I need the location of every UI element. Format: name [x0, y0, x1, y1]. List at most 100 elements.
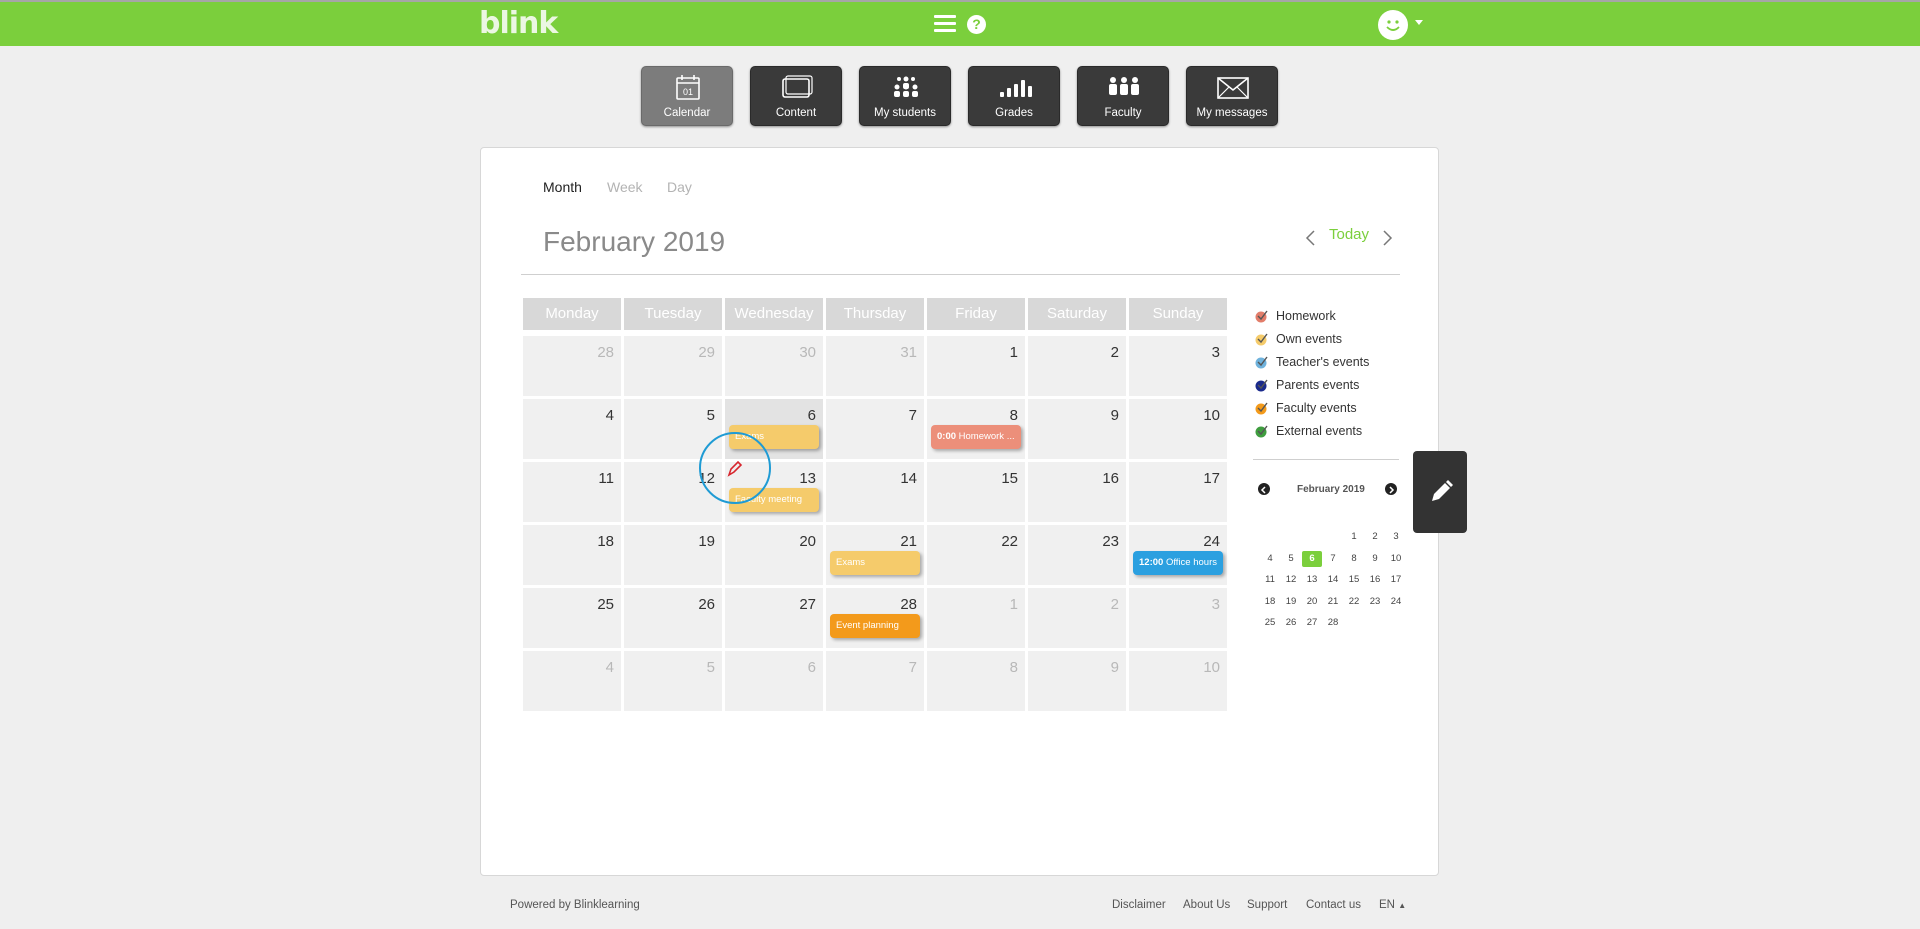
mini-day[interactable]: 21 — [1323, 594, 1343, 610]
day-cell[interactable]: 2 — [1028, 336, 1126, 396]
day-cell[interactable]: 7 — [826, 651, 924, 711]
day-cell[interactable]: 10 — [1129, 399, 1227, 459]
mini-next-arrow-icon[interactable] — [1385, 483, 1397, 495]
faculty-app-button[interactable]: Faculty — [1077, 66, 1169, 126]
day-cell[interactable]: 12 — [624, 462, 722, 522]
messages-app-button[interactable]: My messages — [1186, 66, 1278, 126]
day-cell[interactable]: 8 — [927, 651, 1025, 711]
chevron-left-icon[interactable] — [1303, 228, 1319, 248]
mini-day[interactable]: 7 — [1323, 551, 1343, 567]
tab-week[interactable]: Week — [607, 179, 643, 195]
day-cell[interactable]: 9 — [1028, 651, 1126, 711]
day-cell[interactable]: 17 — [1129, 462, 1227, 522]
calendar-event[interactable]: Faculty meeting — [729, 488, 819, 512]
day-cell[interactable]: 31 — [826, 336, 924, 396]
mini-day[interactable]: 3 — [1386, 529, 1406, 545]
day-cell[interactable]: 18 — [523, 525, 621, 585]
mini-day[interactable]: 26 — [1281, 615, 1301, 631]
calendar-event[interactable]: Exams — [830, 551, 920, 575]
students-app-button[interactable]: My students — [859, 66, 951, 126]
smiley-avatar-icon[interactable] — [1378, 10, 1408, 40]
day-cell[interactable]: 25 — [523, 588, 621, 648]
mini-day[interactable]: 12 — [1281, 572, 1301, 588]
day-cell[interactable]: 4 — [523, 399, 621, 459]
calendar-event[interactable]: 0:00 Homework ... — [931, 425, 1021, 449]
legend-checkbox[interactable] — [1255, 355, 1269, 369]
mini-day[interactable]: 25 — [1260, 615, 1280, 631]
calendar-app-button[interactable]: 01 Calendar — [641, 66, 733, 126]
legend-checkbox[interactable] — [1255, 332, 1269, 346]
mini-day[interactable]: 5 — [1281, 551, 1301, 567]
mini-day[interactable]: 24 — [1386, 594, 1406, 610]
day-cell[interactable]: 5 — [624, 651, 722, 711]
day-cell[interactable]: 20 — [725, 525, 823, 585]
mini-day[interactable]: 8 — [1344, 551, 1364, 567]
footer-link-disclaimer[interactable]: Disclaimer — [1112, 899, 1166, 911]
mini-day[interactable]: 19 — [1281, 594, 1301, 610]
blink-logo[interactable]: blink — [479, 6, 558, 41]
help-icon[interactable]: ? — [967, 15, 986, 34]
day-cell[interactable]: 2 — [1028, 588, 1126, 648]
day-cell[interactable]: 14 — [826, 462, 924, 522]
mini-day[interactable]: 22 — [1344, 594, 1364, 610]
day-cell[interactable]: 11 — [523, 462, 621, 522]
hamburger-icon[interactable] — [934, 15, 956, 33]
mini-day[interactable]: 20 — [1302, 594, 1322, 610]
day-cell[interactable]: 16 — [1028, 462, 1126, 522]
grades-app-button[interactable]: Grades — [968, 66, 1060, 126]
mini-day[interactable]: 27 — [1302, 615, 1322, 631]
day-cell[interactable]: 23 — [1028, 525, 1126, 585]
mini-day[interactable]: 10 — [1386, 551, 1406, 567]
today-button[interactable]: Today — [1329, 226, 1369, 243]
day-cell[interactable]: 4 — [523, 651, 621, 711]
content-app-button[interactable]: Content — [750, 66, 842, 126]
legend-checkbox[interactable] — [1255, 378, 1269, 392]
day-cell[interactable]: 26 — [624, 588, 722, 648]
day-cell[interactable]: 19 — [624, 525, 722, 585]
mini-day[interactable]: 1 — [1344, 529, 1364, 545]
mini-day[interactable]: 9 — [1365, 551, 1385, 567]
mini-day[interactable]: 28 — [1323, 615, 1343, 631]
mini-day[interactable]: 23 — [1365, 594, 1385, 610]
legend-checkbox[interactable] — [1255, 424, 1269, 438]
day-cell[interactable]: 10 — [1129, 651, 1227, 711]
calendar-event[interactable]: Event planning — [830, 614, 920, 638]
mini-day[interactable]: 18 — [1260, 594, 1280, 610]
mini-day[interactable]: 2 — [1365, 529, 1385, 545]
calendar-event[interactable]: 12:00 Office hours — [1133, 551, 1223, 575]
footer-link-about[interactable]: About Us — [1183, 899, 1230, 911]
day-cell[interactable]: 1 — [927, 588, 1025, 648]
chevron-right-icon[interactable] — [1379, 228, 1395, 248]
day-cell[interactable]: 15 — [927, 462, 1025, 522]
tab-day[interactable]: Day — [667, 179, 692, 195]
day-cell[interactable]: 28 — [523, 336, 621, 396]
mini-day[interactable]: 13 — [1302, 572, 1322, 588]
mini-day[interactable]: 4 — [1260, 551, 1280, 567]
chevron-down-icon[interactable] — [1415, 20, 1423, 25]
mini-day[interactable]: 17 — [1386, 572, 1406, 588]
day-cell[interactable]: 3 — [1129, 588, 1227, 648]
legend-checkbox[interactable] — [1255, 309, 1269, 323]
day-cell[interactable]: 5 — [624, 399, 722, 459]
day-cell[interactable]: 3 — [1129, 336, 1227, 396]
legend-checkbox[interactable] — [1255, 401, 1269, 415]
footer-link-support[interactable]: Support — [1247, 899, 1287, 911]
language-selector[interactable]: EN ▲ — [1379, 899, 1406, 911]
day-cell[interactable]: 7 — [826, 399, 924, 459]
day-cell[interactable]: 1 — [927, 336, 1025, 396]
day-cell[interactable]: 6 — [725, 651, 823, 711]
day-cell[interactable]: 22 — [927, 525, 1025, 585]
tab-month[interactable]: Month — [543, 179, 582, 195]
day-cell[interactable]: 30 — [725, 336, 823, 396]
mini-prev-arrow-icon[interactable] — [1258, 483, 1270, 495]
mini-day[interactable]: 6 — [1302, 550, 1322, 567]
day-cell[interactable]: 29 — [624, 336, 722, 396]
mini-day[interactable]: 11 — [1260, 572, 1280, 588]
new-event-button[interactable] — [1413, 451, 1467, 533]
mini-day[interactable]: 14 — [1323, 572, 1343, 588]
day-cell[interactable]: 9 — [1028, 399, 1126, 459]
day-cell[interactable]: 27 — [725, 588, 823, 648]
footer-link-contact[interactable]: Contact us — [1306, 899, 1361, 911]
mini-day[interactable]: 16 — [1365, 572, 1385, 588]
calendar-event[interactable]: Exams — [729, 425, 819, 449]
